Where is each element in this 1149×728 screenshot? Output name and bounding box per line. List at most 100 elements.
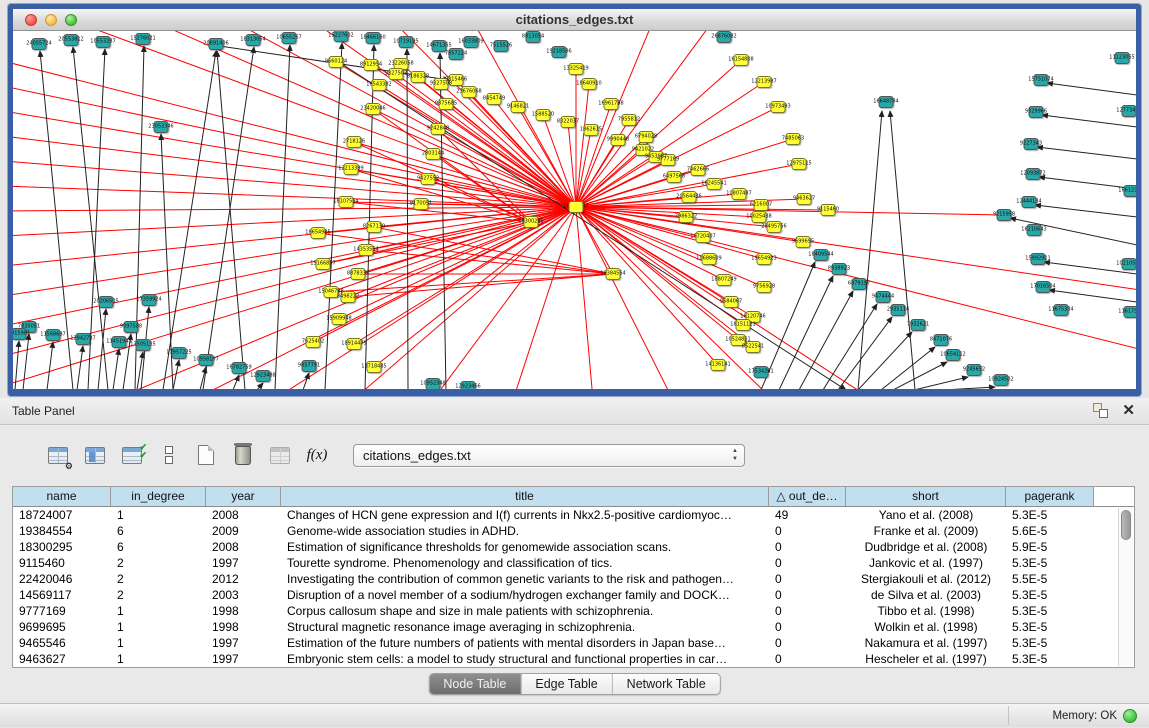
graph-node[interactable] xyxy=(746,341,761,353)
graph-node[interactable] xyxy=(911,319,926,331)
graph-node[interactable] xyxy=(754,366,769,378)
table-row[interactable]: 946554611997Estimation of the future num… xyxy=(13,635,1134,651)
graph-node[interactable] xyxy=(434,78,449,90)
graph-node[interactable] xyxy=(752,211,767,223)
table-selector-dropdown[interactable]: citations_edges.txt ▲▼ xyxy=(353,444,745,467)
graph-node[interactable] xyxy=(792,158,807,170)
graph-node[interactable] xyxy=(359,244,374,256)
column-header-short[interactable]: short xyxy=(846,487,1006,506)
function-builder-button[interactable]: f(x) xyxy=(304,442,330,468)
graph-node[interactable] xyxy=(302,360,317,372)
graph-node[interactable] xyxy=(667,171,682,183)
graph-node[interactable] xyxy=(32,38,47,50)
select-all-button[interactable]: ✔✔ xyxy=(119,442,145,468)
graph-node[interactable] xyxy=(366,32,381,44)
graph-node[interactable] xyxy=(364,59,379,71)
graph-node[interactable] xyxy=(136,339,151,351)
graph-node[interactable] xyxy=(209,38,224,50)
graph-node[interactable] xyxy=(582,78,597,90)
graph-node[interactable] xyxy=(367,221,382,233)
graph-node[interactable] xyxy=(832,263,847,275)
table-row[interactable]: 977716911998Corpus callosum shape and si… xyxy=(13,603,1134,619)
graph-node[interactable] xyxy=(351,268,366,280)
graph-node[interactable] xyxy=(432,40,447,52)
graph-node[interactable] xyxy=(414,198,429,210)
graph-node[interactable] xyxy=(639,131,654,143)
graph-node[interactable] xyxy=(771,101,786,113)
window-titlebar[interactable]: citations_edges.txt xyxy=(13,9,1136,31)
graph-node[interactable] xyxy=(754,199,769,211)
create-column-button[interactable] xyxy=(193,442,219,468)
graph-node[interactable] xyxy=(717,31,732,43)
graph-node[interactable] xyxy=(724,296,739,308)
graph-node[interactable] xyxy=(316,258,331,270)
graph-node[interactable] xyxy=(767,221,782,233)
graph-node[interactable] xyxy=(606,268,621,280)
graph-node[interactable] xyxy=(99,296,114,308)
graph-node[interactable] xyxy=(96,36,111,48)
table-row[interactable]: 1872400712008Changes of HCN gene express… xyxy=(13,507,1134,523)
graph-node[interactable] xyxy=(366,103,381,115)
graph-node[interactable] xyxy=(891,304,906,316)
column-settings-button[interactable]: ⚙ xyxy=(45,442,71,468)
tab-network-table[interactable]: Network Table xyxy=(613,674,720,694)
graph-node[interactable] xyxy=(814,249,829,261)
graph-node[interactable] xyxy=(696,231,711,243)
graph-node[interactable] xyxy=(329,56,344,68)
graph-node[interactable] xyxy=(717,274,732,286)
table-row[interactable]: 911546021997Tourette syndrome. Phenomeno… xyxy=(13,555,1134,571)
graph-node[interactable] xyxy=(757,281,772,293)
graph-node[interactable] xyxy=(332,313,347,325)
table-vertical-scrollbar[interactable] xyxy=(1118,508,1133,666)
graph-node[interactable] xyxy=(876,291,891,303)
graph-node[interactable] xyxy=(757,76,772,88)
graph-node[interactable] xyxy=(734,54,749,66)
graph-node[interactable] xyxy=(561,116,576,128)
graph-node[interactable] xyxy=(997,209,1012,221)
scrollbar-thumb[interactable] xyxy=(1121,510,1131,540)
graph-node[interactable] xyxy=(682,191,697,203)
graph-node[interactable] xyxy=(736,319,751,331)
graph-node[interactable] xyxy=(256,370,271,382)
zoom-window-button[interactable] xyxy=(65,14,77,26)
graph-node[interactable] xyxy=(1122,105,1137,117)
graph-node[interactable] xyxy=(439,98,454,110)
graph-node[interactable] xyxy=(879,96,894,108)
close-panel-icon[interactable]: ✕ xyxy=(1122,403,1135,418)
graph-node[interactable] xyxy=(339,196,354,208)
graph-node[interactable] xyxy=(934,334,949,346)
graph-node[interactable] xyxy=(796,236,811,248)
graph-node[interactable] xyxy=(347,338,362,350)
graph-node[interactable] xyxy=(552,46,567,58)
import-table-button[interactable] xyxy=(267,442,293,468)
graph-node[interactable] xyxy=(172,347,187,359)
tab-edge-table[interactable]: Edge Table xyxy=(521,674,612,694)
graph-node[interactable] xyxy=(702,253,717,265)
graph-node[interactable] xyxy=(852,278,867,290)
graph-node[interactable] xyxy=(569,63,584,75)
graph-node[interactable] xyxy=(372,79,387,91)
graph-node[interactable] xyxy=(341,291,356,303)
graph-node[interactable] xyxy=(1034,74,1049,86)
graph-node[interactable] xyxy=(1124,185,1137,197)
graph-node[interactable] xyxy=(611,134,626,146)
graph-node[interactable] xyxy=(347,136,362,148)
graph-node[interactable] xyxy=(731,334,746,346)
column-header-name[interactable]: name xyxy=(13,487,111,506)
close-window-button[interactable] xyxy=(25,14,37,26)
select-column-button[interactable] xyxy=(82,442,108,468)
graph-node[interactable] xyxy=(154,121,169,133)
column-header-pagerank[interactable]: pagerank xyxy=(1006,487,1094,506)
column-header-year[interactable]: year xyxy=(206,487,281,506)
table-row[interactable]: 1456911722003Disruption of a novel membe… xyxy=(13,587,1134,603)
graph-node[interactable] xyxy=(711,359,726,371)
graph-node[interactable] xyxy=(246,34,261,46)
graph-node[interactable] xyxy=(1027,224,1042,236)
graph-node[interactable] xyxy=(232,362,247,374)
graph-node[interactable] xyxy=(1036,281,1051,293)
graph-node[interactable] xyxy=(524,216,539,228)
graph-node[interactable] xyxy=(421,173,436,185)
graph-node[interactable] xyxy=(757,253,772,265)
row-selection-button[interactable] xyxy=(156,442,182,468)
graph-node[interactable] xyxy=(1031,253,1046,265)
